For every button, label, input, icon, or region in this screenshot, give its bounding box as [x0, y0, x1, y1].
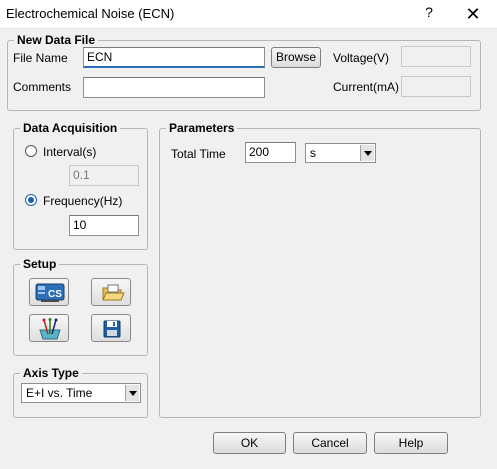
parameters-label: Parameters	[166, 121, 238, 135]
new-data-file-label: New Data File	[14, 33, 99, 47]
chevron-down-icon	[125, 385, 139, 401]
axis-type-label: Axis Type	[20, 366, 82, 380]
close-icon[interactable]: ✕	[462, 3, 484, 25]
frequency-radio[interactable]	[25, 194, 37, 206]
current-field	[401, 76, 471, 97]
time-unit-value: s	[310, 146, 316, 160]
window-title: Electrochemical Noise (ECN)	[6, 6, 175, 21]
interval-label: Interval(s)	[43, 145, 97, 159]
save-icon[interactable]	[91, 314, 131, 342]
parameters-group: Parameters	[159, 121, 481, 418]
file-name-input[interactable]: ECN	[83, 47, 265, 68]
svg-text:CS: CS	[48, 289, 62, 300]
cs-settings-icon[interactable]: CS	[29, 278, 69, 306]
current-label: Current(mA)	[333, 80, 400, 94]
help-button[interactable]: Help	[374, 432, 448, 454]
interval-radio[interactable]	[25, 145, 37, 157]
time-unit-select[interactable]: s	[305, 143, 376, 163]
cancel-button[interactable]: Cancel	[293, 432, 367, 454]
comments-label: Comments	[13, 80, 72, 94]
browse-button[interactable]: Browse	[271, 47, 321, 68]
setup-label: Setup	[20, 257, 60, 271]
interval-input: 0.1	[69, 165, 139, 186]
voltage-label: Voltage(V)	[333, 51, 390, 65]
frequency-input[interactable]: 10	[69, 215, 139, 236]
axis-type-select[interactable]: E+I vs. Time	[21, 383, 141, 403]
help-icon[interactable]: ?	[421, 4, 437, 24]
ok-button[interactable]: OK	[213, 432, 286, 454]
electrode-icon[interactable]	[29, 314, 69, 342]
total-time-label: Total Time	[171, 147, 226, 161]
data-acquisition-label: Data Acquisition	[20, 121, 121, 135]
frequency-label: Frequency(Hz)	[43, 194, 123, 208]
voltage-field	[401, 46, 471, 67]
axis-type-value: E+I vs. Time	[26, 386, 93, 400]
file-name-label: File Name	[13, 51, 68, 65]
chevron-down-icon	[360, 145, 374, 161]
open-folder-icon[interactable]	[91, 278, 131, 306]
title-bar: Electrochemical Noise (ECN) ? ✕	[0, 0, 497, 29]
total-time-input[interactable]: 200	[245, 142, 296, 163]
comments-input[interactable]	[83, 77, 265, 98]
